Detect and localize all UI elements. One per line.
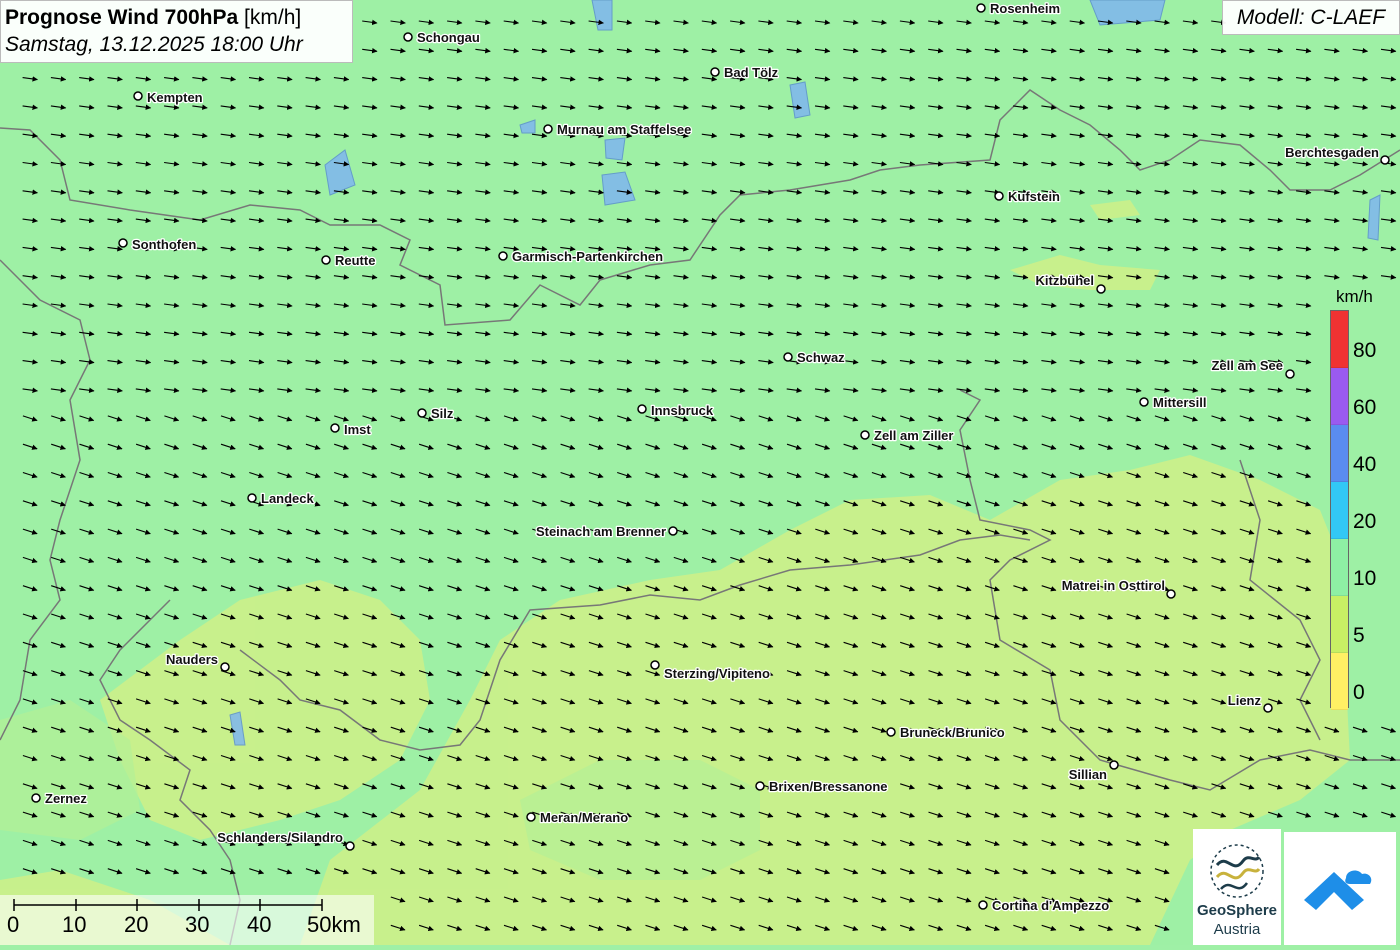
legend-unit: km/h <box>1336 287 1373 306</box>
legend-band-20 <box>1331 482 1348 539</box>
legend-color-bar <box>1330 310 1349 710</box>
city-label: Zell am Ziller <box>874 428 953 443</box>
city-marker-dot <box>498 251 508 261</box>
scale-label-10: 10 <box>62 912 87 937</box>
legend-label-10: 10 <box>1353 567 1377 590</box>
city-label: Rosenheim <box>990 1 1060 16</box>
city-marker-dot <box>118 238 128 248</box>
city-marker-dot <box>1285 369 1295 379</box>
city-label: Matrei in Osttirol <box>1062 578 1165 593</box>
legend-label-40: 40 <box>1353 453 1377 476</box>
legend-label-80: 80 <box>1353 339 1377 362</box>
city-label: Nauders <box>166 652 218 667</box>
city-label: Schwaz <box>797 350 845 365</box>
legend-band-80 <box>1331 311 1348 368</box>
city-label: Murnau am Staffelsee <box>557 122 691 137</box>
scale-label-0: 0 <box>7 912 20 937</box>
city-label: Zell am See <box>1211 358 1283 373</box>
city-marker-dot <box>637 404 647 414</box>
mountain-cloud-icon <box>1304 870 1372 910</box>
model-label: Modell: C-LAEF <box>1222 0 1400 35</box>
city-marker-dot <box>860 430 870 440</box>
city-marker-dot <box>755 781 765 791</box>
city-label: Kitzbühel <box>1036 273 1095 288</box>
city-label: Bruneck/Brunico <box>900 725 1005 740</box>
city-marker-dot <box>133 91 143 101</box>
scale-label-40: 40 <box>247 912 272 937</box>
legend-label-0: 0 <box>1353 681 1365 704</box>
city-marker-dot <box>783 352 793 362</box>
city-label: Schongau <box>417 30 480 45</box>
map-datetime: Samstag, 13.12.2025 18:00 Uhr <box>5 33 303 56</box>
city-label: Sonthofen <box>132 237 196 252</box>
city-marker-dot <box>330 423 340 433</box>
city-marker-dot <box>668 526 678 536</box>
city-marker-dot <box>403 32 413 42</box>
map-title-main: Prognose Wind 700hPa <box>5 6 239 29</box>
city-marker-dot <box>1139 397 1149 407</box>
city-marker-dot <box>976 3 986 13</box>
scale-bar: 0 10 20 30 40 50km <box>0 895 374 945</box>
city-label: Berchtesgaden <box>1285 145 1379 160</box>
city-marker-dot <box>1109 760 1119 770</box>
city-marker-dot <box>543 124 553 134</box>
city-label: Kufstein <box>1008 189 1060 204</box>
city-marker-dot <box>978 900 988 910</box>
city-label: Zernez <box>45 791 87 806</box>
legend-label-20: 20 <box>1353 510 1377 533</box>
city-marker-dot <box>417 408 427 418</box>
scale-label-20: 20 <box>124 912 149 937</box>
legend-band-0 <box>1331 653 1348 710</box>
city-label: Garmisch-Partenkirchen <box>512 249 663 264</box>
city-label: Mittersill <box>1153 395 1206 410</box>
city-label: Innsbruck <box>651 403 714 418</box>
legend-band-40 <box>1331 425 1348 482</box>
city-label: Steinach am Brenner <box>536 524 666 539</box>
city-label: Kempten <box>147 90 203 105</box>
city-marker-dot <box>1380 155 1390 165</box>
city-label: Lienz <box>1228 693 1262 708</box>
city-label: Cortina d'Ampezzo <box>992 898 1109 913</box>
city-marker-dot <box>31 793 41 803</box>
city-label: Bad Tölz <box>724 65 779 80</box>
city-label: Reutte <box>335 253 375 268</box>
legend-band-10 <box>1331 539 1348 596</box>
scale-label-30: 30 <box>185 912 210 937</box>
legend-band-60 <box>1331 368 1348 425</box>
legend-band-5 <box>1331 596 1348 653</box>
city-marker-dot <box>886 727 896 737</box>
city-marker-dot <box>526 812 536 822</box>
city-label: Brixen/Bressanone <box>769 779 888 794</box>
city-marker-dot <box>994 191 1004 201</box>
city-marker-dot <box>710 67 720 77</box>
city-marker-dot <box>345 841 355 851</box>
color-legend: km/h 80 60 40 20 10 5 0 <box>1322 283 1392 713</box>
map-title: Prognose Wind 700hPa [km/h] <box>5 4 352 31</box>
city-label: Imst <box>344 422 371 437</box>
city-marker-dot <box>1096 284 1106 294</box>
city-marker-dot <box>247 493 257 503</box>
city-label: Sillian <box>1069 767 1107 782</box>
city-marker-dot <box>650 660 660 670</box>
map-title-unit: [km/h] <box>244 6 302 29</box>
geosphere-emblem-icon <box>1210 844 1264 898</box>
legend-label-60: 60 <box>1353 396 1377 419</box>
city-marker-dot <box>1166 589 1176 599</box>
city-label: Landeck <box>261 491 315 506</box>
city-marker-dot <box>220 662 230 672</box>
city-marker-dot <box>1263 703 1273 713</box>
wind-map[interactable]: Rosenheim Schongau Bad Tölz Kempten Murnau a… <box>0 0 1400 945</box>
map-title-box: Prognose Wind 700hPa [km/h] Samstag, 13.… <box>0 0 353 63</box>
austria-text: Austria <box>1213 921 1261 938</box>
geosphere-text: GeoSphere <box>1196 902 1278 919</box>
weather-service-logo[interactable] <box>1284 832 1396 945</box>
scale-label-50km: 50km <box>307 912 361 937</box>
geosphere-logo[interactable]: GeoSphere Austria <box>1193 829 1281 945</box>
legend-label-5: 5 <box>1353 624 1365 647</box>
city-label: Schlanders/Silandro <box>217 830 343 845</box>
city-label: Meran/Merano <box>540 810 628 825</box>
city-label: Silz <box>431 406 454 421</box>
city-marker-dot <box>321 255 331 265</box>
city-label: Sterzing/Vipiteno <box>664 666 770 681</box>
